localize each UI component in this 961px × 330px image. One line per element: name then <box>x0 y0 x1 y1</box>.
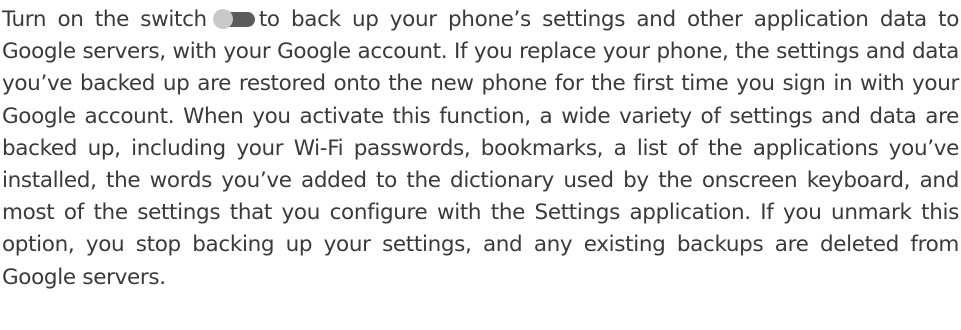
switch-knob <box>212 9 233 29</box>
paragraph-text-after-switch: to back up your phone’s settings and oth… <box>2 7 960 290</box>
document-page: Turn on the switch to back up your phone’… <box>0 0 961 294</box>
toggle-switch-icon <box>212 9 255 29</box>
backup-paragraph: Turn on the switch to back up your phone’… <box>2 4 959 294</box>
paragraph-text-before-switch: Turn on the switch <box>2 7 207 32</box>
